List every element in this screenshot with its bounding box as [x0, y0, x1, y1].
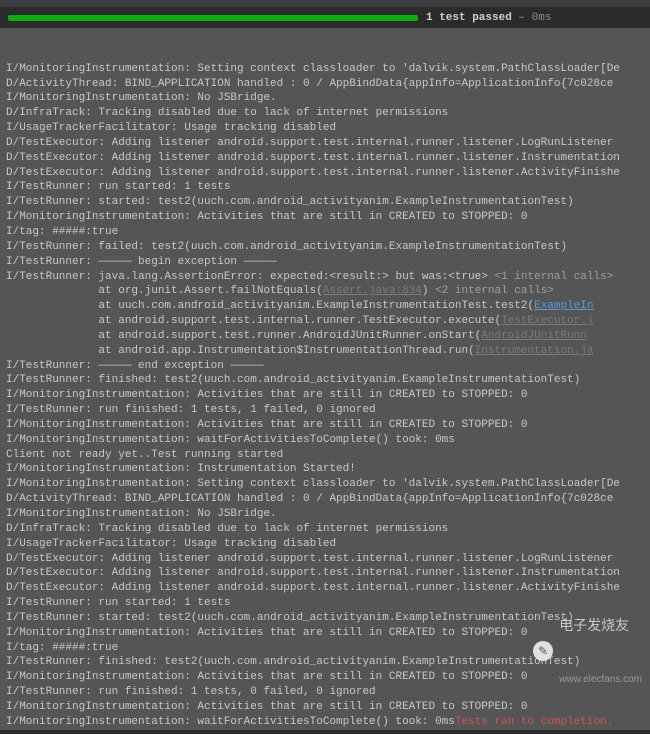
log-line: I/TestRunner: run started: 1 tests — [6, 180, 644, 195]
log-line: D/TestExecutor: Adding listener android.… — [6, 136, 644, 151]
watermark-text: 电子发烧友 www.elecfans.com — [559, 578, 642, 724]
log-line: D/InfraTrack: Tracking disabled due to l… — [6, 106, 644, 121]
log-line: I/MonitoringInstrumentation: waitForActi… — [6, 433, 644, 448]
progress-bar — [8, 15, 418, 21]
log-line: I/TestRunner: failed: test2(uuch.com.and… — [6, 240, 644, 255]
status-separator: – — [512, 12, 532, 24]
log-line: I/TestRunner: ————— end exception ————— — [6, 359, 644, 374]
progress-fill — [8, 15, 418, 21]
source-link[interactable]: Instrumentation.ja — [475, 345, 594, 357]
log-line: at android.app.Instrumentation$Instrumen… — [6, 344, 644, 359]
log-line: I/TestRunner: java.lang.AssertionError: … — [6, 270, 644, 285]
log-line: D/TestExecutor: Adding listener android.… — [6, 552, 644, 567]
passed-count: 1 test passed — [426, 12, 512, 24]
log-line: I/MonitoringInstrumentation: No JSBridge… — [6, 507, 644, 522]
log-line: I/MonitoringInstrumentation: Setting con… — [6, 62, 644, 77]
log-line: D/TestExecutor: Adding listener android.… — [6, 151, 644, 166]
log-line: I/TestRunner: started: test2(uuch.com.an… — [6, 195, 644, 210]
log-line: D/TestExecutor: Adding listener android.… — [6, 166, 644, 181]
log-line: I/tag: #####:true — [6, 225, 644, 240]
console-output[interactable]: ✎ 电子发烧友 www.elecfans.com I/MonitoringIns… — [0, 28, 650, 730]
log-line: D/ActivityThread: BIND_APPLICATION handl… — [6, 492, 644, 507]
log-line: I/MonitoringInstrumentation: No JSBridge… — [6, 91, 644, 106]
log-line: at android.support.test.runner.AndroidJU… — [6, 329, 644, 344]
watermark: ✎ 电子发烧友 www.elecfans.com — [533, 578, 642, 724]
test-status-row: 1 test passed – 0ms — [0, 8, 650, 28]
watermark-icon: ✎ — [533, 641, 553, 661]
top-bar — [0, 0, 650, 8]
log-line: I/TestRunner: ————— begin exception ————… — [6, 255, 644, 270]
log-line: I/MonitoringInstrumentation: Setting con… — [6, 477, 644, 492]
log-line: I/UsageTrackerFacilitator: Usage trackin… — [6, 537, 644, 552]
source-link[interactable]: TestExecutor.j — [501, 315, 593, 327]
log-line: Client not ready yet..Test running start… — [6, 448, 644, 463]
source-link[interactable]: AndroidJUnitRunn — [481, 330, 587, 342]
log-line: at android.support.test.internal.runner.… — [6, 314, 644, 329]
log-line: D/ActivityThread: BIND_APPLICATION handl… — [6, 77, 644, 92]
status-time: 0ms — [532, 12, 552, 24]
log-line: I/MonitoringInstrumentation: Instrumenta… — [6, 462, 644, 477]
log-line: at org.junit.Assert.failNotEquals(Assert… — [6, 284, 644, 299]
source-link[interactable]: ExampleIn — [534, 300, 593, 312]
log-line: I/UsageTrackerFacilitator: Usage trackin… — [6, 121, 644, 136]
log-line: I/TestRunner: run finished: 1 tests, 1 f… — [6, 403, 644, 418]
log-line: I/MonitoringInstrumentation: Activities … — [6, 210, 644, 225]
source-link[interactable]: Assert.java:834 — [323, 285, 422, 297]
log-line: at uuch.com.android_activityanim.Example… — [6, 299, 644, 314]
log-line: I/TestRunner: finished: test2(uuch.com.a… — [6, 373, 644, 388]
log-line: D/InfraTrack: Tracking disabled due to l… — [6, 522, 644, 537]
log-line: I/MonitoringInstrumentation: Activities … — [6, 388, 644, 403]
status-text: 1 test passed – 0ms — [426, 12, 551, 24]
log-line: I/MonitoringInstrumentation: Activities … — [6, 418, 644, 433]
